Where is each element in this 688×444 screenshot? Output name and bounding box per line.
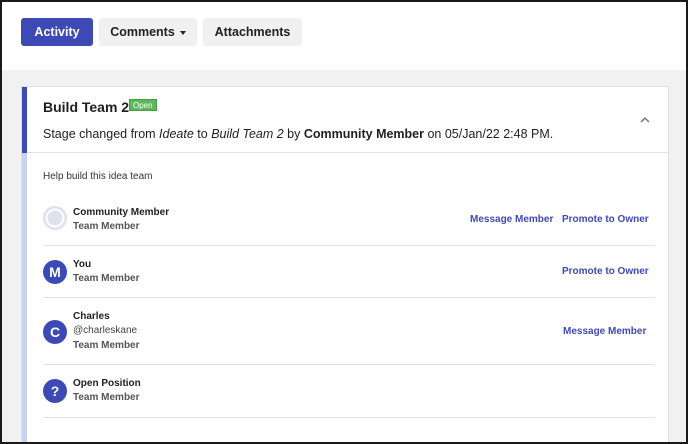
member-name: Community Member: [73, 207, 170, 218]
caret-down-icon: [179, 30, 186, 35]
member-row: M You Team Member Promote to Owner: [43, 246, 655, 298]
status-badge: Open: [129, 99, 157, 111]
tab-activity[interactable]: Activity: [21, 18, 93, 46]
stage-from: Ideate: [159, 127, 194, 141]
card-title: Build Team 2: [43, 99, 130, 115]
avatar: C: [43, 320, 67, 344]
message-member-link[interactable]: Message Member: [563, 326, 646, 337]
chevron-up-icon[interactable]: [640, 115, 650, 125]
tabs: Activity Comments Attachments: [21, 18, 302, 46]
stage-author: Community Member: [303, 127, 424, 141]
stage-on: on 05/Jan/22 2:48 PM.: [424, 127, 554, 141]
page-frame: Activity Comments Attachments Build Team…: [0, 0, 688, 444]
tab-attachments[interactable]: Attachments: [203, 18, 302, 46]
tab-attachments-label: Attachments: [214, 25, 291, 39]
accent-bar-light: [22, 153, 27, 442]
accent-bar: [22, 87, 27, 153]
stage-change-text: Stage changed from Ideate to Build Team …: [43, 127, 553, 141]
stage-by: by: [283, 127, 304, 141]
promote-to-owner-link[interactable]: Promote to Owner: [562, 266, 649, 277]
tab-bar: Activity Comments Attachments: [2, 2, 686, 70]
stage-middle: to: [193, 127, 212, 141]
tab-comments[interactable]: Comments: [99, 18, 197, 46]
tab-activity-label: Activity: [34, 25, 80, 39]
member-handle: @charleskane: [73, 325, 138, 336]
help-text: Help build this idea team: [43, 171, 153, 182]
member-role: Team Member: [73, 273, 140, 284]
member-name: Charles: [73, 311, 110, 322]
card-header: Build Team 2 Open Stage changed from Ide…: [22, 87, 668, 153]
stage-to: Build Team 2: [211, 127, 284, 141]
default-user-icon: [43, 206, 67, 230]
promote-to-owner-link[interactable]: Promote to Owner: [562, 214, 649, 225]
message-member-link[interactable]: Message Member: [470, 214, 553, 225]
member-row: Community Member Team Member Message Mem…: [43, 199, 655, 246]
member-role: Team Member: [73, 340, 140, 351]
member-name: Open Position: [73, 378, 141, 389]
member-role: Team Member: [73, 221, 140, 232]
member-row: C Charles @charleskane Team Member Messa…: [43, 298, 655, 365]
member-name: You: [73, 259, 92, 270]
activity-card: Build Team 2 Open Stage changed from Ide…: [21, 86, 669, 442]
stage-prefix: Stage changed from: [43, 127, 160, 141]
question-mark-icon: ?: [43, 379, 67, 403]
tab-comments-label: Comments: [110, 25, 175, 39]
member-row: ? Open Position Team Member: [43, 365, 655, 418]
avatar: M: [43, 260, 67, 284]
member-role: Team Member: [73, 392, 140, 403]
